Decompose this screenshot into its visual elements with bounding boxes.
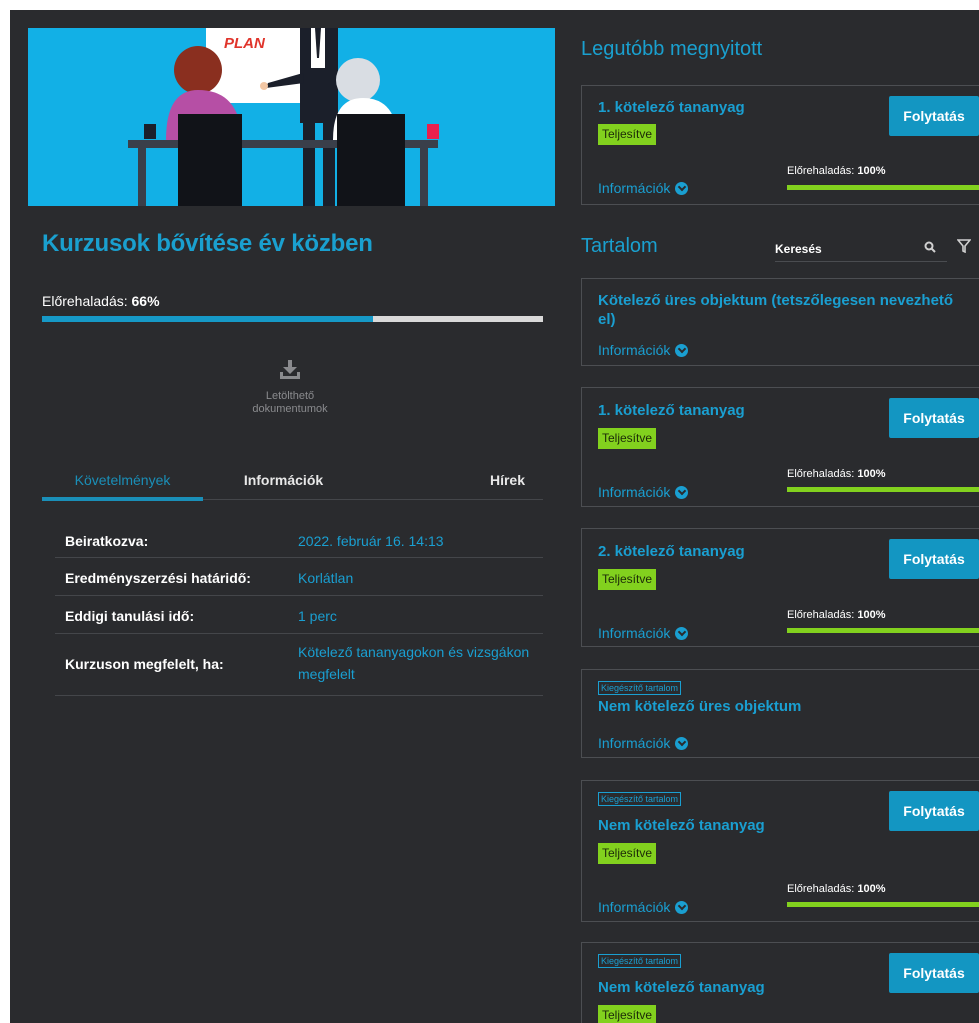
continue-button[interactable]: Folytatás	[889, 539, 979, 579]
tab-information[interactable]: Információk	[203, 468, 364, 499]
item-progress-label: Előrehaladás:	[787, 609, 855, 621]
chevron-down-icon	[675, 181, 689, 195]
item-progress-bar	[787, 185, 979, 190]
item-progress-bar	[787, 487, 979, 492]
download-label-line1: Letölthető	[265, 390, 315, 402]
course-banner-image: PLAN	[28, 28, 555, 206]
status-badge: Teljesítve	[598, 843, 657, 864]
download-icon	[280, 360, 300, 379]
download-label-line2: dokumentumok	[252, 403, 328, 415]
chevron-down-icon	[675, 626, 689, 640]
supplementary-badge: Kiegészítő tartalom	[598, 792, 682, 806]
item-title[interactable]: Kötelező üres objektum (tetszőlegesen ne…	[598, 291, 958, 329]
item-progress-text: Előrehaladás: 100%	[787, 609, 885, 621]
content-heading: Tartalom	[581, 235, 658, 257]
content-item-card: Kiegészítő tartalom Nem kötelező üres ob…	[581, 669, 979, 758]
status-badge: Teljesítve	[598, 124, 657, 145]
continue-button[interactable]: Folytatás	[889, 791, 979, 831]
continue-button[interactable]: Folytatás	[889, 398, 979, 438]
chevron-down-icon	[675, 485, 689, 499]
content-item-card: 1. kötelező tananyag Teljesítve Folytatá…	[581, 387, 979, 507]
search-icon[interactable]	[924, 241, 937, 254]
status-badge: Teljesítve	[598, 428, 657, 449]
info-toggle[interactable]: Információk	[598, 625, 689, 641]
continue-button[interactable]: Folytatás	[889, 953, 979, 993]
course-progress-text: Előrehaladás: 66%	[42, 293, 160, 309]
supplementary-badge: Kiegészítő tartalom	[598, 954, 682, 968]
content-item-card: Kiegészítő tartalom Nem kötelező tananya…	[581, 780, 979, 922]
info-toggle[interactable]: Információk	[598, 484, 689, 500]
course-progress-fill	[42, 316, 373, 322]
info-label: Információk	[598, 735, 671, 751]
table-row: Eddigi tanulási idő: 1 perc	[55, 596, 543, 634]
item-title[interactable]: 1. kötelező tananyag	[598, 98, 938, 117]
search-input[interactable]	[775, 232, 915, 256]
course-progress-label: Előrehaladás:	[42, 293, 128, 309]
requirement-value: 1 perc	[298, 608, 337, 624]
status-badge: Teljesítve	[598, 569, 657, 590]
info-label: Információk	[598, 180, 671, 196]
info-toggle[interactable]: Információk	[598, 180, 689, 196]
requirement-value: 2022. február 16. 14:13	[298, 533, 444, 549]
item-progress-text: Előrehaladás: 100%	[787, 883, 885, 895]
info-label: Információk	[598, 484, 671, 500]
info-label: Információk	[598, 899, 671, 915]
requirement-label: Eddigi tanulási idő:	[65, 608, 195, 624]
status-badge: Teljesítve	[598, 1005, 657, 1023]
info-toggle[interactable]: Információk	[598, 342, 689, 358]
requirement-label: Kurzuson megfelelt, ha:	[65, 656, 224, 672]
item-progress-value: 100%	[857, 165, 886, 177]
info-toggle[interactable]: Információk	[598, 735, 689, 751]
item-title[interactable]: Nem kötelező tananyag	[598, 816, 938, 835]
table-row: Kurzuson megfelelt, ha: Kötelező tananya…	[55, 634, 543, 696]
item-progress-bar	[787, 902, 979, 907]
course-title: Kurzusok bővítése év közben	[42, 230, 373, 257]
info-label: Információk	[598, 625, 671, 641]
item-progress-label: Előrehaladás:	[787, 165, 855, 177]
item-progress-value: 100%	[857, 468, 886, 480]
content-item-card: 2. kötelező tananyag Teljesítve Folytatá…	[581, 528, 979, 647]
info-toggle[interactable]: Információk	[598, 899, 689, 915]
chevron-down-icon	[675, 343, 689, 357]
tab-requirements[interactable]: Követelmények	[42, 468, 203, 501]
requirement-value: Korlátlan	[298, 570, 354, 586]
item-progress-label: Előrehaladás:	[787, 468, 855, 480]
course-progress-bar	[42, 316, 543, 322]
downloadable-documents[interactable]: Letölthető dokumentumok	[210, 360, 370, 416]
requirements-table: Beiratkozva: 2022. február 16. 14:13 Ere…	[55, 520, 543, 696]
info-label: Információk	[598, 342, 671, 358]
filter-icon[interactable]	[957, 239, 971, 253]
page: PLAN Kurzusok bővítése év közben Előreha…	[10, 10, 979, 1023]
course-progress-value: 66%	[131, 293, 160, 309]
item-title[interactable]: Nem kötelező üres objektum	[598, 697, 938, 716]
requirement-label: Beiratkozva:	[65, 533, 149, 549]
table-row: Beiratkozva: 2022. február 16. 14:13	[55, 520, 543, 558]
item-title[interactable]: 2. kötelező tananyag	[598, 542, 938, 561]
chevron-down-icon	[675, 736, 689, 750]
item-title[interactable]: 1. kötelező tananyag	[598, 401, 938, 420]
tab-news[interactable]: Hírek	[364, 468, 543, 499]
item-progress-value: 100%	[857, 883, 886, 895]
course-tabs: Követelmények Információk Hírek	[42, 468, 543, 501]
banner-sign-text: PLAN	[224, 35, 266, 52]
recent-item-card: 1. kötelező tananyag Teljesítve Folytatá…	[581, 85, 979, 205]
item-progress-label: Előrehaladás:	[787, 883, 855, 895]
item-progress-text: Előrehaladás: 100%	[787, 468, 885, 480]
content-item-card: Kiegészítő tartalom Nem kötelező tananya…	[581, 942, 979, 1023]
item-progress-text: Előrehaladás: 100%	[787, 165, 885, 177]
item-progress-value: 100%	[857, 609, 886, 621]
content-item-card: Kötelező üres objektum (tetszőlegesen ne…	[581, 278, 979, 366]
supplementary-badge: Kiegészítő tartalom	[598, 681, 682, 695]
requirement-label: Eredményszerzési határidő:	[65, 570, 251, 586]
recent-heading: Legutóbb megnyitott	[581, 38, 763, 60]
search-box	[775, 232, 947, 262]
item-title[interactable]: Nem kötelező tananyag	[598, 978, 938, 997]
chevron-down-icon	[675, 900, 689, 914]
continue-button[interactable]: Folytatás	[889, 96, 979, 136]
table-row: Eredményszerzési határidő: Korlátlan	[55, 558, 543, 596]
requirement-value: Kötelező tananyagokon és vizsgákon megfe…	[298, 644, 530, 682]
item-progress-bar	[787, 628, 979, 633]
